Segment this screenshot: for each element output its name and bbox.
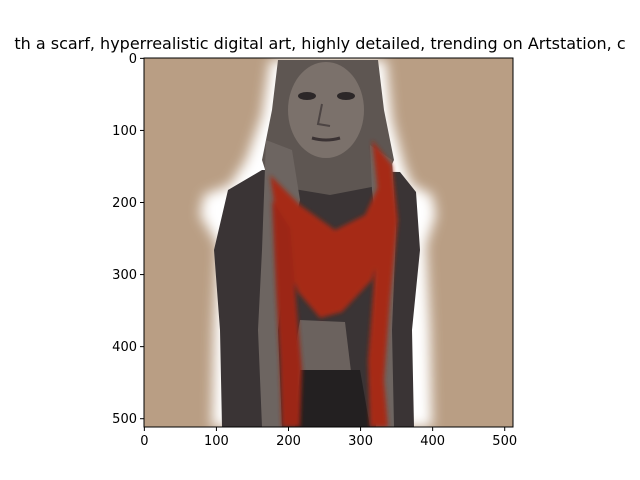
figure-canvas: 0 100 200 300 400 500 0 100 200 300 400 500 [112,52,517,449]
right-eye [337,92,355,100]
x-axis: 0 100 200 300 400 500 [140,427,517,449]
y-tick-label: 500 [112,412,137,427]
y-axis: 0 100 200 300 400 500 [112,52,144,427]
x-tick-label: 400 [420,434,445,449]
y-tick-label: 200 [112,196,137,211]
x-tick-label: 300 [348,434,373,449]
y-tick-label: 400 [112,340,137,355]
dark-top [295,370,370,427]
x-tick-label: 0 [140,434,148,449]
face [288,62,364,158]
x-tick-label: 200 [276,434,301,449]
portrait-image [144,58,513,427]
x-tick-label: 100 [204,434,229,449]
y-tick-label: 0 [129,52,137,67]
left-eye [298,92,316,100]
y-tick-label: 300 [112,268,137,283]
x-tick-label: 500 [492,434,517,449]
y-tick-label: 100 [112,124,137,139]
